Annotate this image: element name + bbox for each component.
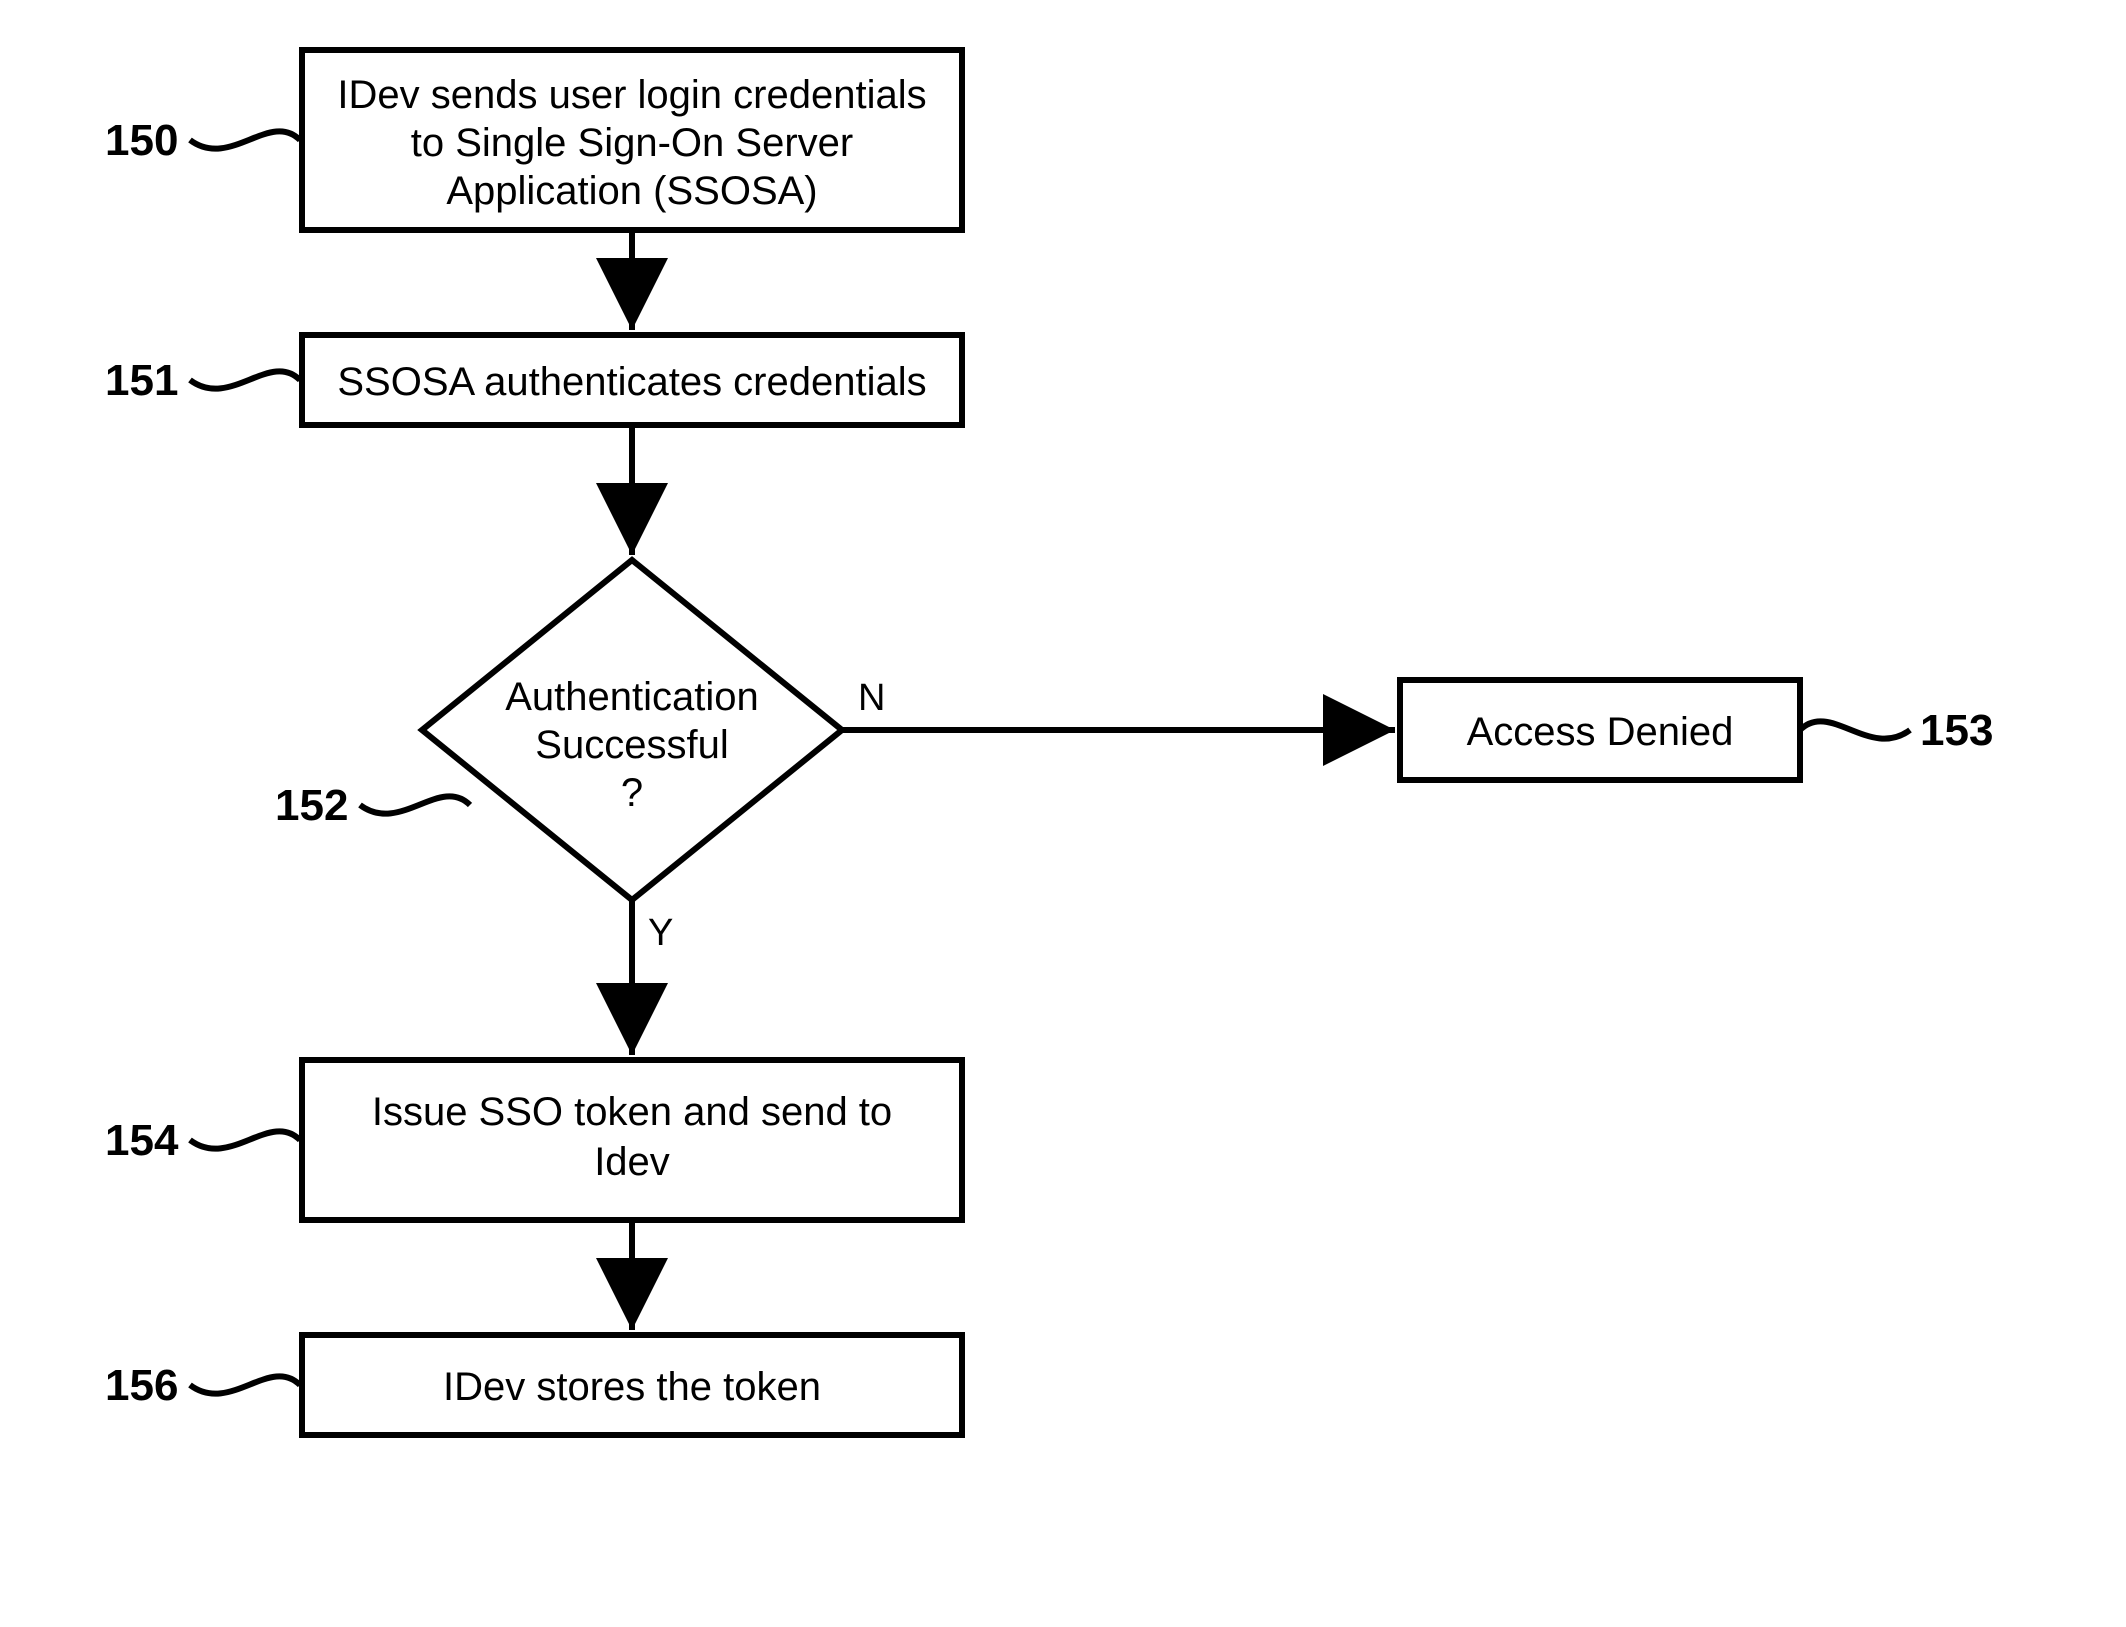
decision-152-line2: Successful (535, 723, 728, 767)
step-150: IDev sends user login credentials to Sin… (302, 50, 962, 230)
ref-connector-154 (190, 1131, 300, 1148)
ref-152: 152 (275, 781, 348, 830)
ref-connector-151 (190, 371, 300, 388)
ref-150: 150 (105, 116, 178, 165)
step-150-line1: IDev sends user login credentials (337, 73, 926, 117)
step-150-line3: Application (SSOSA) (446, 169, 817, 213)
decision-152: Authentication Successful ? (422, 560, 842, 900)
step-153-line1: Access Denied (1467, 710, 1734, 754)
step-154: Issue SSO token and send to Idev (302, 1060, 962, 1220)
step-153: Access Denied (1400, 680, 1800, 780)
decision-152-line1: Authentication (505, 675, 759, 719)
ref-connector-153 (1800, 721, 1910, 738)
step-151-line1: SSOSA authenticates credentials (337, 360, 926, 404)
step-156: IDev stores the token (302, 1335, 962, 1435)
step-154-line2: Idev (594, 1140, 670, 1184)
ref-connector-156 (190, 1376, 300, 1393)
ref-151: 151 (105, 356, 178, 405)
ref-154: 154 (105, 1116, 179, 1165)
step-151: SSOSA authenticates credentials (302, 335, 962, 425)
branch-yes-label: Y (648, 912, 673, 954)
decision-152-line3: ? (621, 771, 643, 815)
step-150-line2: to Single Sign-On Server (411, 121, 853, 165)
ref-153: 153 (1920, 706, 1993, 755)
step-154-line1: Issue SSO token and send to (372, 1090, 892, 1134)
ref-156: 156 (105, 1361, 178, 1410)
branch-no-label: N (858, 677, 885, 719)
ref-connector-152 (360, 796, 470, 813)
ref-connector-150 (190, 131, 300, 148)
step-156-line1: IDev stores the token (443, 1365, 821, 1409)
